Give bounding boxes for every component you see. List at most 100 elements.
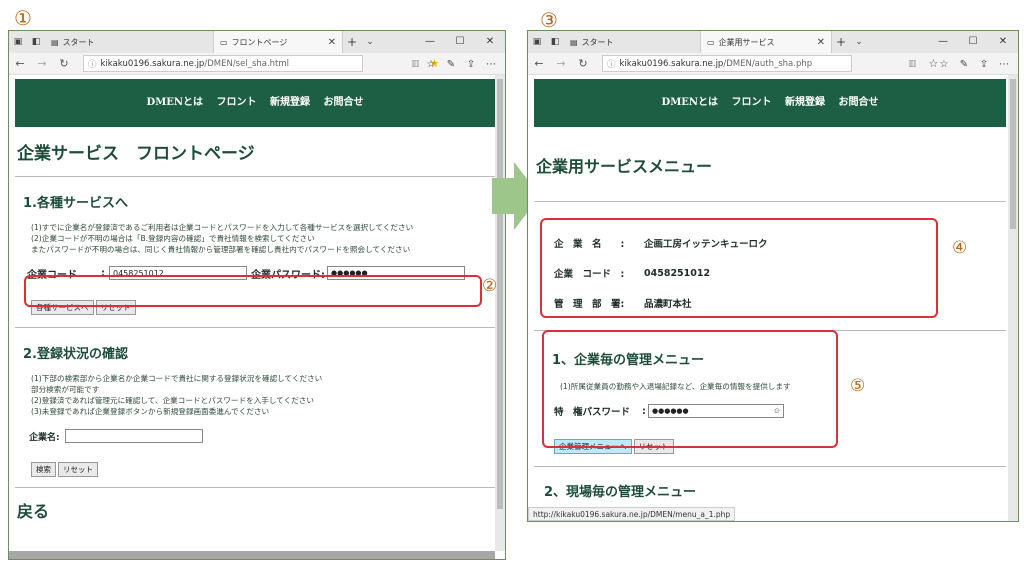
tab-front-page-label: フロントページ xyxy=(231,37,288,47)
left-hscrollbar[interactable] xyxy=(9,551,495,559)
url-field[interactable]: ⓘ kikaku0196.sakura.ne.jp/DMEN/sel_sha.h… xyxy=(83,55,363,72)
share-icon[interactable]: ⇪ xyxy=(974,59,994,70)
minimize-icon[interactable]: — xyxy=(415,31,445,53)
left-scrollbar[interactable] xyxy=(495,75,505,551)
right-toolbar-right: ☆ ✎ ⇪ ⋯ xyxy=(934,53,1014,75)
close-icon[interactable]: ✕ xyxy=(475,31,505,53)
nav-register[interactable]: 新規登録 xyxy=(270,97,310,108)
reading-view-icon[interactable]: ▥ xyxy=(908,59,917,69)
step-marker-4: ④ xyxy=(952,238,968,258)
section2-note-3: (2)登録済であれば管理元に確認して、企業コードとパスワードを入手してください xyxy=(31,396,314,405)
section2-buttons: 検索 リセット xyxy=(31,457,495,477)
section2-note-2: 部分検索が可能です xyxy=(31,385,100,394)
maximize-icon[interactable]: ☐ xyxy=(958,31,988,53)
url-field[interactable]: ⓘ kikaku0196.sakura.ne.jp/DMEN/auth_sha.… xyxy=(602,55,852,72)
right-site-nav: DMENとは フロント 新規登録 お問合せ xyxy=(534,79,1006,127)
search-button[interactable]: 検索 xyxy=(31,462,56,477)
url-host: kikaku0196.sakura.ne.jp xyxy=(619,58,724,69)
company-name-input[interactable] xyxy=(65,429,203,443)
forward-icon[interactable]: → xyxy=(550,57,572,70)
section1-note-2: (2)企業コードが不明の場合は「B.登録内容の確認」で貴社情報を検索してください xyxy=(31,234,315,243)
start-tab-icon: ▤ xyxy=(570,37,578,47)
highlight-box-2 xyxy=(24,275,482,307)
url-path: /DMEN/auth_sha.php xyxy=(723,58,813,69)
chevron-down-icon[interactable]: ⌄ xyxy=(361,37,379,47)
section2-note-4: (3)未登録であれば企業登録ボタンから新規登録画面委進んでください xyxy=(31,407,270,416)
divider xyxy=(534,466,1006,467)
left-address-bar: ← → ↻ ⓘ kikaku0196.sakura.ne.jp/DMEN/sel… xyxy=(9,53,505,75)
section1-note-3: またパスワードが不明の場合は、同じく貴社情報から管理部署を確認し貴社内でパスワー… xyxy=(31,245,411,254)
search-row: 企業名: xyxy=(29,429,495,443)
tab-front-page[interactable]: ▭ フロントページ ✕ xyxy=(213,31,343,53)
section1-notes: (1)すでに企業名が登録済であるご利用者は企業コードとパスワードを入力して各種サ… xyxy=(31,222,495,255)
nav-front[interactable]: フロント xyxy=(217,97,257,108)
set-aside-tabs-icon[interactable]: ◧ xyxy=(546,37,564,47)
status-bar: http://kikaku0196.sakura.ne.jp/DMEN/menu… xyxy=(528,507,736,521)
right-tab-bar: ▣ ◧ ▤ スタート ▭ 企業用サービス ✕ + ⌄ — ☐ ✕ xyxy=(528,31,1018,53)
window-controls: — ☐ ✕ xyxy=(928,31,1018,53)
right-scrollbar[interactable] xyxy=(1008,75,1018,521)
tab-start-label: スタート xyxy=(62,37,95,47)
nav-about[interactable]: DMENとは xyxy=(662,97,719,108)
tab-company-service[interactable]: ▭ 企業用サービス ✕ xyxy=(700,31,832,53)
section1-note-1: (1)すでに企業名が登録済であるご利用者は企業コードとパスワードを入力して各種サ… xyxy=(31,223,414,232)
close-tab-icon[interactable]: ✕ xyxy=(817,37,825,48)
left-page-content: DMENとは フロント 新規登録 お問合せ 企業サービス フロントページ 1.各… xyxy=(9,75,505,559)
right-scroll-thumb[interactable] xyxy=(1010,79,1016,229)
tab-start[interactable]: ▤ スタート xyxy=(564,31,684,53)
company-name-label: 企業名: xyxy=(29,432,60,443)
refresh-icon[interactable]: ↻ xyxy=(572,57,594,70)
window-controls: — ☐ ✕ xyxy=(415,31,505,53)
favorites-hub-icon[interactable]: ☆ xyxy=(421,59,441,70)
info-icon: ⓘ xyxy=(607,59,616,70)
search-reset-button[interactable]: リセット xyxy=(58,462,98,477)
new-tab-icon[interactable]: + xyxy=(343,35,361,49)
set-aside-tabs-icon[interactable]: ◧ xyxy=(27,37,45,47)
nav-front[interactable]: フロント xyxy=(732,97,772,108)
nav-contact[interactable]: お問合せ xyxy=(323,97,363,108)
left-tab-bar: ▣ ◧ ▤ スタート ▭ フロントページ ✕ + ⌄ — ☐ ✕ xyxy=(9,31,505,53)
step-marker-1: ① xyxy=(14,6,32,30)
more-icon[interactable]: ⋯ xyxy=(994,59,1014,70)
section2-notes: (1)下部の検索部から企業名か企業コードで貴社に関する登録状況を確認してください… xyxy=(31,373,495,417)
left-scroll-thumb[interactable] xyxy=(497,79,503,509)
section1-heading: 1.各種サービスへ xyxy=(23,196,128,211)
step-marker-3: ③ xyxy=(540,8,558,32)
more-icon[interactable]: ⋯ xyxy=(481,59,501,70)
new-tab-icon[interactable]: + xyxy=(832,35,850,49)
reading-view-icon[interactable]: ▥ xyxy=(411,59,420,69)
nav-about[interactable]: DMENとは xyxy=(147,97,204,108)
nav-contact[interactable]: お問合せ xyxy=(838,97,878,108)
tab-list-icon[interactable]: ▣ xyxy=(528,37,546,47)
right-page-title: 企業用サービスメニュー xyxy=(536,159,713,176)
chevron-down-icon[interactable]: ⌄ xyxy=(850,37,868,47)
tab-start-label: スタート xyxy=(581,37,614,47)
right-address-bar: ← → ↻ ⓘ kikaku0196.sakura.ne.jp/DMEN/aut… xyxy=(528,53,1018,75)
tab-company-service-label: 企業用サービス xyxy=(718,37,775,47)
tab-start[interactable]: ▤ スタート xyxy=(45,31,165,53)
highlight-box-5 xyxy=(542,330,838,448)
back-icon[interactable]: ← xyxy=(9,57,31,70)
section2-heading: 2.登録状況の確認 xyxy=(23,347,128,362)
close-tab-icon[interactable]: ✕ xyxy=(328,37,336,48)
url-path: /DMEN/sel_sha.html xyxy=(204,58,290,69)
share-icon[interactable]: ⇪ xyxy=(461,59,481,70)
divider xyxy=(15,327,495,328)
nav-register[interactable]: 新規登録 xyxy=(785,97,825,108)
tab-list-icon[interactable]: ▣ xyxy=(9,37,27,47)
pen-icon[interactable]: ✎ xyxy=(441,59,461,70)
favorites-hub-icon[interactable]: ☆ xyxy=(934,59,954,70)
close-icon[interactable]: ✕ xyxy=(988,31,1018,53)
back-icon[interactable]: ← xyxy=(528,57,550,70)
pen-icon[interactable]: ✎ xyxy=(954,59,974,70)
maximize-icon[interactable]: ☐ xyxy=(445,31,475,53)
forward-icon[interactable]: → xyxy=(31,57,53,70)
refresh-icon[interactable]: ↻ xyxy=(53,57,75,70)
divider xyxy=(15,176,495,177)
back-link[interactable]: 戻る xyxy=(17,498,495,522)
minimize-icon[interactable]: — xyxy=(928,31,958,53)
divider xyxy=(15,487,495,488)
section2-note-1: (1)下部の検索部から企業名か企業コードで貴社に関する登録状況を確認してください xyxy=(31,374,323,383)
left-page-title: 企業サービス フロントページ xyxy=(17,144,255,163)
step-marker-5: ⑤ xyxy=(850,376,866,396)
